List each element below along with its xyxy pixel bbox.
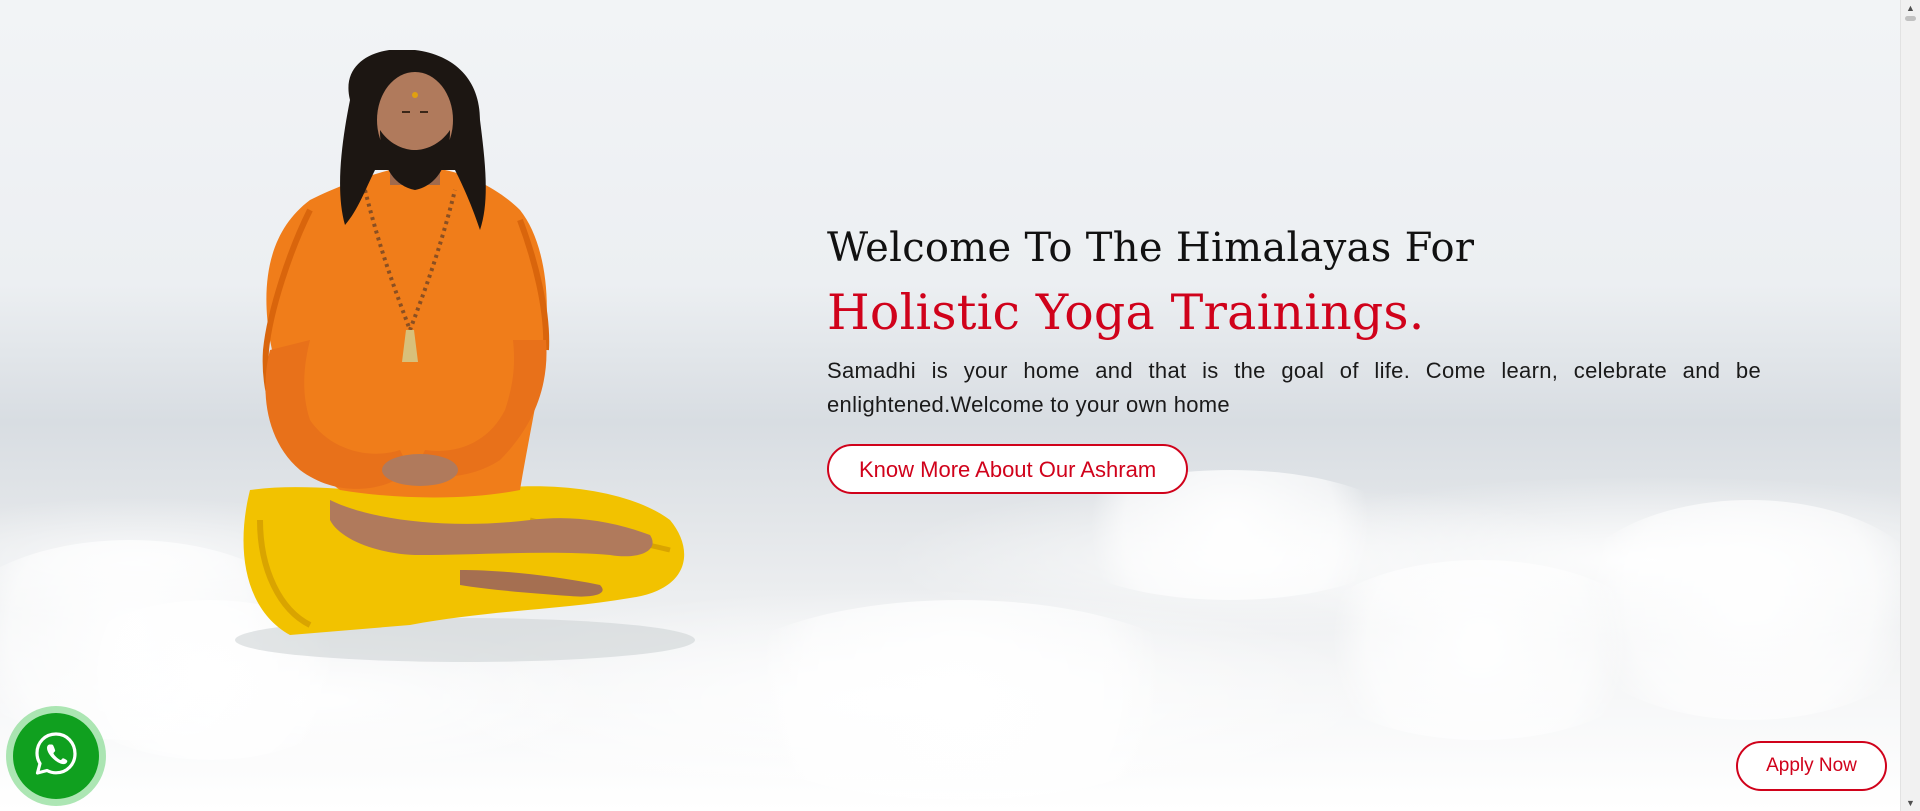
meditating-yogi-image — [230, 50, 700, 665]
scroll-down-arrow-icon[interactable]: ▼ — [1901, 795, 1920, 811]
page-scrollbar[interactable]: ▲ ▼ — [1900, 0, 1920, 811]
hero-description: Samadhi is your home and that is the goa… — [827, 358, 1761, 417]
hero-section: Welcome To The Himalayas For Holistic Yo… — [0, 0, 1920, 811]
cloud-decoration — [700, 600, 1220, 800]
whatsapp-icon — [31, 729, 81, 784]
scroll-up-arrow-icon[interactable]: ▲ — [1901, 0, 1920, 16]
know-more-ashram-button[interactable]: Know More About Our Ashram — [827, 444, 1189, 494]
scrollbar-thumb[interactable] — [1905, 16, 1916, 21]
hero-welcome-heading: Welcome To The Himalayas For — [827, 225, 1475, 271]
hero-title: Holistic Yoga Trainings. — [827, 284, 1425, 341]
cloud-decoration — [1300, 560, 1660, 740]
whatsapp-badge — [13, 713, 99, 799]
whatsapp-button[interactable] — [6, 706, 106, 806]
hero-content: Welcome To The Himalayas For Holistic Yo… — [827, 222, 1761, 494]
apply-now-button[interactable]: Apply Now — [1736, 741, 1887, 791]
